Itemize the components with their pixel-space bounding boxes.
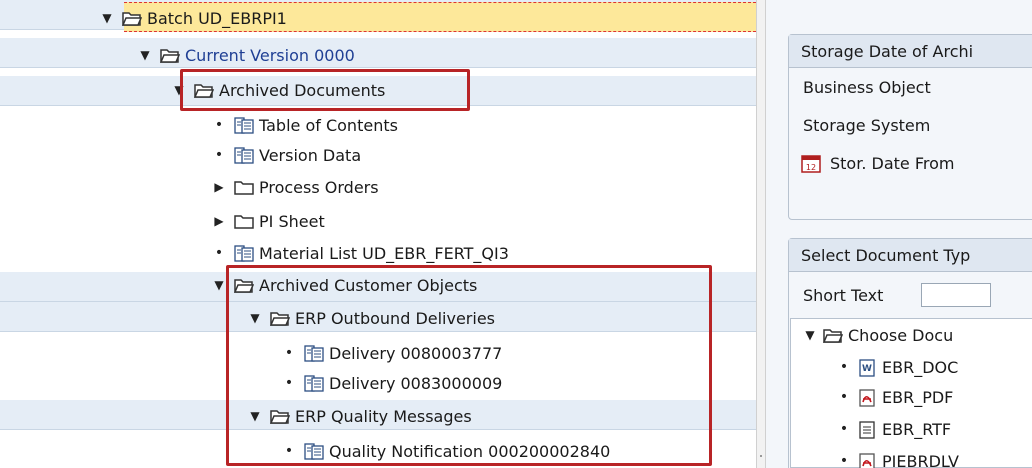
annotation-box-archived-documents bbox=[180, 69, 470, 111]
tree-node-piebrdlv[interactable]: • PIEBRDLV bbox=[837, 446, 959, 468]
frame-title: Storage Date of Archi bbox=[789, 35, 1032, 68]
annotation-box-archived-customer-objects bbox=[226, 265, 712, 466]
bullet-icon: • bbox=[839, 359, 849, 375]
collapsed-arrow-icon[interactable]: ▶ bbox=[212, 180, 226, 194]
short-text-row: Short Text bbox=[789, 272, 1032, 318]
short-text-label: Short Text bbox=[803, 285, 884, 305]
bullet-icon: • bbox=[214, 245, 224, 261]
tree-node-label: Current Version 0000 bbox=[185, 45, 355, 65]
expand-arrow-icon[interactable]: ▼ bbox=[803, 328, 817, 342]
calendar-icon[interactable]: 12 bbox=[801, 154, 821, 173]
collapsed-arrow-icon[interactable]: ▶ bbox=[212, 214, 226, 228]
bullet-icon: • bbox=[214, 117, 224, 133]
svg-text:W: W bbox=[862, 364, 872, 374]
tree-node-material-list[interactable]: • Material List UD_EBR_FERT_QI3 bbox=[212, 238, 509, 268]
expand-arrow-icon[interactable]: ▼ bbox=[100, 11, 114, 25]
tree-node-ebr-doc[interactable]: • W EBR_DOC bbox=[837, 352, 958, 382]
bullet-icon: • bbox=[214, 147, 224, 163]
expand-arrow-icon[interactable]: ▼ bbox=[212, 278, 226, 292]
folder-open-icon bbox=[823, 327, 843, 344]
document-icon bbox=[234, 146, 254, 164]
tree-panel: ▼ Batch UD_EBRPI1 ▼ Current Version 0000… bbox=[0, 0, 756, 468]
tree-row-version-band bbox=[0, 38, 756, 68]
tree-node-pi-sheet[interactable]: ▶ PI Sheet bbox=[212, 206, 325, 236]
business-object-label: Business Object bbox=[803, 77, 931, 97]
bullet-icon: • bbox=[839, 453, 849, 468]
tree-node-current-version[interactable]: ▼ Current Version 0000 bbox=[138, 40, 355, 70]
tree-node-choose-document[interactable]: ▼ Choose Docu bbox=[803, 320, 953, 350]
folder-icon bbox=[234, 213, 254, 230]
tree-node-label: Batch UD_EBRPI1 bbox=[147, 8, 287, 28]
pdf-icon bbox=[857, 388, 877, 407]
tree-node-label: Table of Contents bbox=[259, 115, 398, 135]
tree-node-label: Material List UD_EBR_FERT_QI3 bbox=[259, 243, 509, 263]
text-file-icon bbox=[857, 420, 877, 439]
tree-node-label: Version Data bbox=[259, 145, 362, 165]
tree-node-label: Choose Docu bbox=[848, 325, 954, 345]
tree-node-label: Process Orders bbox=[259, 177, 379, 197]
storage-date-frame: Storage Date of Archi Business Object St… bbox=[788, 34, 1032, 220]
tree-node-label: EBR_DOC bbox=[882, 357, 959, 377]
tree-node-label: EBR_PDF bbox=[882, 387, 954, 407]
tree-node-ebr-rtf[interactable]: • EBR_RTF bbox=[837, 414, 951, 444]
folder-open-icon bbox=[160, 47, 180, 64]
document-type-tree: ▼ Choose Docu • W EBR_DOC • EBR_PDF • EB… bbox=[790, 318, 1032, 468]
tree-node-label: PIEBRDLV bbox=[882, 451, 959, 468]
tree-node-label: PI Sheet bbox=[259, 211, 325, 231]
bullet-icon: • bbox=[839, 389, 849, 405]
right-panel: Storage Date of Archi Business Object St… bbox=[766, 0, 1032, 468]
stor-date-from-row: 12 Stor. Date From bbox=[789, 144, 1032, 182]
tree-node-version-data[interactable]: • Version Data bbox=[212, 140, 361, 170]
short-text-input[interactable] bbox=[921, 283, 992, 307]
folder-open-icon bbox=[122, 10, 142, 27]
tree-node-process-orders[interactable]: ▶ Process Orders bbox=[212, 172, 379, 202]
tree-node-label: EBR_RTF bbox=[882, 419, 952, 439]
pdf-icon bbox=[857, 452, 877, 468]
storage-system-label: Storage System bbox=[803, 115, 931, 135]
bullet-icon: • bbox=[839, 421, 849, 437]
pane-splitter[interactable] bbox=[756, 0, 766, 468]
tree-node-table-of-contents[interactable]: • Table of Contents bbox=[212, 110, 398, 140]
frame-title: Select Document Typ bbox=[789, 239, 1032, 272]
document-icon bbox=[234, 244, 254, 262]
tree-node-ebr-pdf[interactable]: • EBR_PDF bbox=[837, 382, 954, 412]
tree-node-root[interactable]: ▼ Batch UD_EBRPI1 bbox=[100, 3, 287, 33]
expand-arrow-icon[interactable]: ▼ bbox=[138, 48, 152, 62]
document-icon bbox=[234, 116, 254, 134]
stor-date-from-label: Stor. Date From bbox=[830, 153, 955, 173]
folder-icon bbox=[234, 179, 254, 196]
splitter-grip[interactable] bbox=[760, 455, 762, 457]
word-doc-icon: W bbox=[857, 358, 877, 377]
svg-text:12: 12 bbox=[806, 163, 816, 172]
